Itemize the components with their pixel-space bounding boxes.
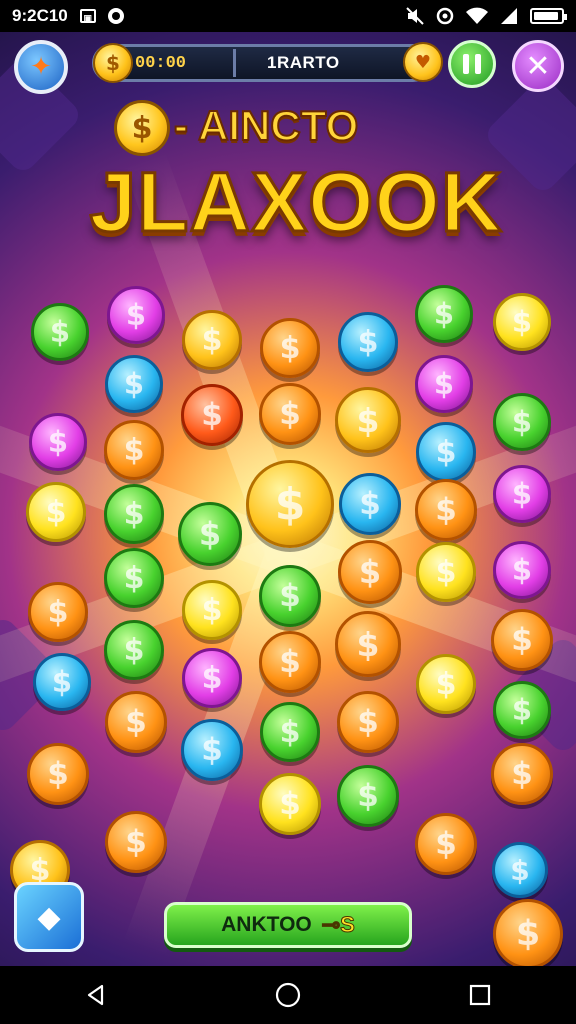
navigation-bar bbox=[0, 966, 576, 1024]
coin-pink[interactable]: $ bbox=[493, 541, 551, 599]
coin-gold[interactable]: $ bbox=[182, 310, 242, 370]
coin-green[interactable]: $ bbox=[31, 303, 89, 361]
status-bar: 9:2C10 ▣ bbox=[0, 0, 576, 32]
pause-icon bbox=[463, 54, 469, 74]
coin-blue[interactable]: $ bbox=[492, 842, 548, 898]
score-divider bbox=[233, 49, 236, 77]
coin-yellow[interactable]: $ bbox=[493, 293, 551, 351]
coin-pink[interactable]: $ bbox=[29, 413, 87, 471]
score-label: 1RARTO bbox=[267, 53, 340, 72]
coin-gold[interactable]: $ bbox=[246, 460, 334, 548]
coin-blue[interactable]: $ bbox=[416, 422, 476, 482]
diamond-icon[interactable]: ◆ bbox=[14, 882, 84, 952]
coin-orange[interactable]: $ bbox=[415, 813, 477, 875]
coin-pink[interactable]: $ bbox=[493, 465, 551, 523]
game-board: ✦ $ 00:00 1RARTO ♥ ✕ $ - AINCTO JLAXOOK … bbox=[0, 32, 576, 966]
coin-green[interactable]: $ bbox=[259, 565, 321, 627]
timer: 00:00 bbox=[135, 54, 187, 73]
coin-yellow[interactable]: $ bbox=[259, 773, 321, 835]
coin-gold[interactable]: $ bbox=[335, 387, 401, 453]
mute-icon bbox=[406, 7, 424, 25]
coin-orange[interactable]: $ bbox=[28, 582, 88, 642]
coin-icon: $ bbox=[93, 43, 133, 83]
profile-button[interactable]: ✦ bbox=[14, 40, 68, 94]
coin-orange[interactable]: $ bbox=[259, 383, 321, 445]
coin-green[interactable]: $ bbox=[104, 620, 164, 680]
coin-green[interactable]: $ bbox=[260, 702, 320, 762]
coin-orange[interactable]: $ bbox=[259, 631, 321, 693]
coin-yellow[interactable]: $ bbox=[26, 482, 86, 542]
signal-icon bbox=[501, 8, 517, 24]
coin-orange[interactable]: $ bbox=[338, 540, 402, 604]
coin-pink[interactable]: $ bbox=[107, 286, 165, 344]
coin-orange[interactable]: $ bbox=[335, 611, 401, 677]
coin-green[interactable]: $ bbox=[178, 502, 242, 566]
sync-icon bbox=[436, 7, 454, 25]
coin-green[interactable]: $ bbox=[415, 285, 473, 343]
coin-orange[interactable]: $ bbox=[491, 743, 553, 805]
coin-orange[interactable]: $ bbox=[105, 811, 167, 873]
coin-green[interactable]: $ bbox=[104, 484, 164, 544]
coin-orange[interactable]: $ bbox=[493, 899, 563, 966]
coin-green[interactable]: $ bbox=[337, 765, 399, 827]
coin-orange[interactable]: $ bbox=[415, 479, 477, 541]
coin-orange[interactable]: $ bbox=[27, 743, 89, 805]
coin-orange[interactable]: $ bbox=[105, 691, 167, 753]
coin-green[interactable]: $ bbox=[493, 681, 551, 739]
coin-red[interactable]: $ bbox=[181, 384, 243, 446]
game-title: JLAXOOK bbox=[88, 154, 503, 251]
coin-blue[interactable]: $ bbox=[338, 312, 398, 372]
home-icon[interactable] bbox=[258, 975, 318, 1015]
battery-icon bbox=[530, 8, 567, 24]
coin-orange[interactable]: $ bbox=[337, 691, 399, 753]
coin-green[interactable]: $ bbox=[104, 548, 164, 608]
title-coin-glyph: $ bbox=[131, 110, 153, 146]
heart-icon[interactable]: ♥ bbox=[403, 42, 443, 82]
action-label: ANKTOO bbox=[221, 913, 312, 936]
recents-icon[interactable] bbox=[450, 975, 510, 1015]
notification-icon bbox=[107, 8, 124, 24]
coin-pink[interactable]: $ bbox=[415, 355, 473, 413]
action-extra: ⊸S bbox=[321, 912, 355, 938]
coin-orange[interactable]: $ bbox=[260, 318, 320, 378]
coin-yellow[interactable]: $ bbox=[416, 542, 476, 602]
coin-green[interactable]: $ bbox=[493, 393, 551, 451]
coin-pink[interactable]: $ bbox=[182, 648, 242, 708]
wifi-icon bbox=[466, 7, 488, 24]
close-button[interactable]: ✕ bbox=[512, 40, 564, 92]
coin-orange[interactable]: $ bbox=[491, 609, 553, 671]
close-icon: ✕ bbox=[525, 48, 551, 84]
title-subtitle: - AINCTO bbox=[173, 101, 359, 150]
pause-button[interactable] bbox=[448, 40, 496, 88]
coin-blue[interactable]: $ bbox=[181, 719, 243, 781]
coin-glyph: $ bbox=[106, 51, 120, 75]
gallery-icon: ▣ bbox=[79, 9, 96, 23]
coin-orange[interactable]: $ bbox=[104, 420, 164, 480]
coin-blue[interactable]: $ bbox=[105, 355, 163, 413]
status-time: 9:2C10 bbox=[12, 6, 68, 25]
coin-blue[interactable]: $ bbox=[33, 653, 91, 711]
profile-badge-icon: ✦ bbox=[30, 52, 52, 82]
coin-yellow[interactable]: $ bbox=[182, 580, 242, 640]
score-bar: $ 00:00 1RARTO ♥ bbox=[92, 42, 443, 83]
title-coin-icon: $ bbox=[114, 100, 170, 156]
coin-yellow[interactable]: $ bbox=[416, 654, 476, 714]
back-icon[interactable] bbox=[66, 975, 126, 1015]
pause-icon bbox=[475, 54, 481, 74]
action-button[interactable]: ANKTOO ⊸S bbox=[164, 902, 412, 948]
coin-blue[interactable]: $ bbox=[339, 473, 401, 535]
